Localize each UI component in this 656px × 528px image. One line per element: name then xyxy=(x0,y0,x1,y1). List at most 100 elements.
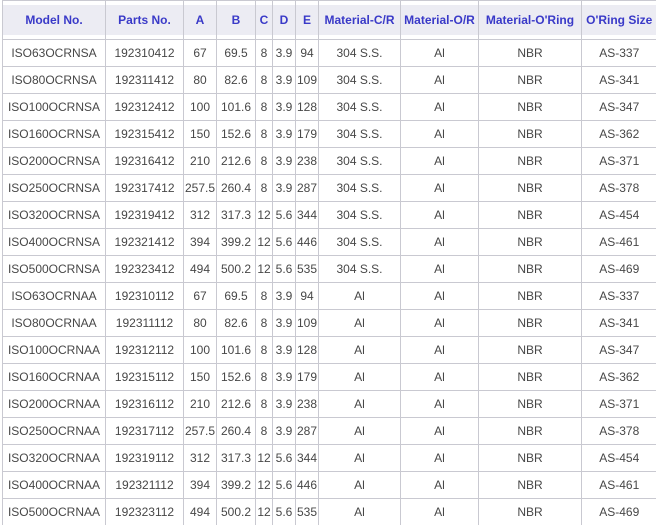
table-cell: 304 S.S. xyxy=(319,256,401,283)
table-cell: 238 xyxy=(296,391,319,418)
table-cell: 494 xyxy=(184,256,217,283)
table-cell: AS-461 xyxy=(582,472,656,499)
table-cell: 5.6 xyxy=(273,229,296,256)
table-cell: ISO500OCRNAA xyxy=(3,499,106,526)
table-cell: 287 xyxy=(296,418,319,445)
table-cell: 101.6 xyxy=(217,337,256,364)
table-cell: Al xyxy=(401,445,479,472)
table-cell: ISO250OCRNAA xyxy=(3,418,106,445)
table-cell: 260.4 xyxy=(217,418,256,445)
table-cell: ISO63OCRNAA xyxy=(3,283,106,310)
table-cell: 192312412 xyxy=(106,94,184,121)
table-cell: AS-362 xyxy=(582,121,656,148)
table-cell: ISO200OCRNSA xyxy=(3,148,106,175)
table-cell: NBR xyxy=(479,67,582,94)
header-cell: B xyxy=(217,5,256,35)
table-cell: Al xyxy=(401,202,479,229)
table-cell: 192312112 xyxy=(106,337,184,364)
table-cell: 5.6 xyxy=(273,445,296,472)
table-row: ISO80OCRNAA1923111128082.683.9109AlAlNBR… xyxy=(3,310,656,337)
table-cell: 80 xyxy=(184,310,217,337)
table-cell: NBR xyxy=(479,337,582,364)
table-cell: ISO100OCRNSA xyxy=(3,94,106,121)
table-cell: 210 xyxy=(184,391,217,418)
table-cell: 3.9 xyxy=(273,94,296,121)
table-cell: NBR xyxy=(479,229,582,256)
table-cell: AS-371 xyxy=(582,148,656,175)
spec-table-page: Model No.Parts No.ABCDEMaterial-C/RMater… xyxy=(0,0,656,528)
table-cell: Al xyxy=(401,499,479,526)
table-cell: NBR xyxy=(479,472,582,499)
table-cell: 179 xyxy=(296,121,319,148)
table-cell: 67 xyxy=(184,40,217,67)
table-cell: 8 xyxy=(256,310,273,337)
table-cell: NBR xyxy=(479,364,582,391)
table-row: ISO320OCRNSA192319412312317.3125.6344304… xyxy=(3,202,656,229)
table-cell: 100 xyxy=(184,337,217,364)
table-cell: 8 xyxy=(256,148,273,175)
table-cell: Al xyxy=(401,418,479,445)
table-cell: Al xyxy=(401,229,479,256)
table-cell: 192321412 xyxy=(106,229,184,256)
table-cell: 192321112 xyxy=(106,472,184,499)
table-cell: 69.5 xyxy=(217,283,256,310)
table-cell: ISO100OCRNAA xyxy=(3,337,106,364)
table-cell: 8 xyxy=(256,94,273,121)
table-cell: AS-371 xyxy=(582,391,656,418)
table-cell: 500.2 xyxy=(217,256,256,283)
table-cell: Al xyxy=(401,94,479,121)
table-cell: 304 S.S. xyxy=(319,229,401,256)
table-cell: Al xyxy=(319,283,401,310)
table-cell: 257.5 xyxy=(184,418,217,445)
table-cell: Al xyxy=(401,472,479,499)
table-cell: 94 xyxy=(296,283,319,310)
table-cell: 192311412 xyxy=(106,67,184,94)
table-cell: 3.9 xyxy=(273,175,296,202)
table-cell: NBR xyxy=(479,94,582,121)
table-cell: 399.2 xyxy=(217,472,256,499)
table-cell: NBR xyxy=(479,202,582,229)
table-cell: 192316412 xyxy=(106,148,184,175)
table-cell: 80 xyxy=(184,67,217,94)
table-cell: 312 xyxy=(184,445,217,472)
table-cell: Al xyxy=(319,472,401,499)
table-cell: 3.9 xyxy=(273,337,296,364)
table-cell: ISO160OCRNSA xyxy=(3,121,106,148)
table-cell: Al xyxy=(401,391,479,418)
table-cell: AS-454 xyxy=(582,445,656,472)
table-cell: 82.6 xyxy=(217,310,256,337)
header-cell: Material-O'Ring xyxy=(479,5,582,35)
table-cell: 3.9 xyxy=(273,40,296,67)
table-cell: Al xyxy=(319,418,401,445)
table-cell: Al xyxy=(401,121,479,148)
header-cell: Parts No. xyxy=(106,5,184,35)
table-cell: 304 S.S. xyxy=(319,148,401,175)
table-cell: 8 xyxy=(256,364,273,391)
table-cell: Al xyxy=(401,148,479,175)
table-cell: Al xyxy=(319,499,401,526)
table-row: ISO100OCRNAA192312112100101.683.9128AlAl… xyxy=(3,337,656,364)
header-cell: Model No. xyxy=(3,5,106,35)
table-cell: Al xyxy=(319,337,401,364)
table-cell: 394 xyxy=(184,229,217,256)
table-cell: 399.2 xyxy=(217,229,256,256)
table-cell: ISO80OCRNAA xyxy=(3,310,106,337)
table-cell: 535 xyxy=(296,256,319,283)
table-cell: 192323112 xyxy=(106,499,184,526)
table-cell: 192316112 xyxy=(106,391,184,418)
table-cell: 3.9 xyxy=(273,283,296,310)
table-cell: ISO500OCRNSA xyxy=(3,256,106,283)
table-cell: ISO320OCRNSA xyxy=(3,202,106,229)
table-row: ISO100OCRNSA192312412100101.683.9128304 … xyxy=(3,94,656,121)
table-cell: AS-362 xyxy=(582,364,656,391)
header-cell: C xyxy=(256,5,273,35)
table-cell: 317.3 xyxy=(217,445,256,472)
table-cell: NBR xyxy=(479,418,582,445)
table-cell: 304 S.S. xyxy=(319,121,401,148)
table-cell: Al xyxy=(319,310,401,337)
table-cell: 8 xyxy=(256,337,273,364)
table-cell: 69.5 xyxy=(217,40,256,67)
table-cell: 238 xyxy=(296,148,319,175)
table-cell: 8 xyxy=(256,283,273,310)
table-cell: Al xyxy=(401,40,479,67)
